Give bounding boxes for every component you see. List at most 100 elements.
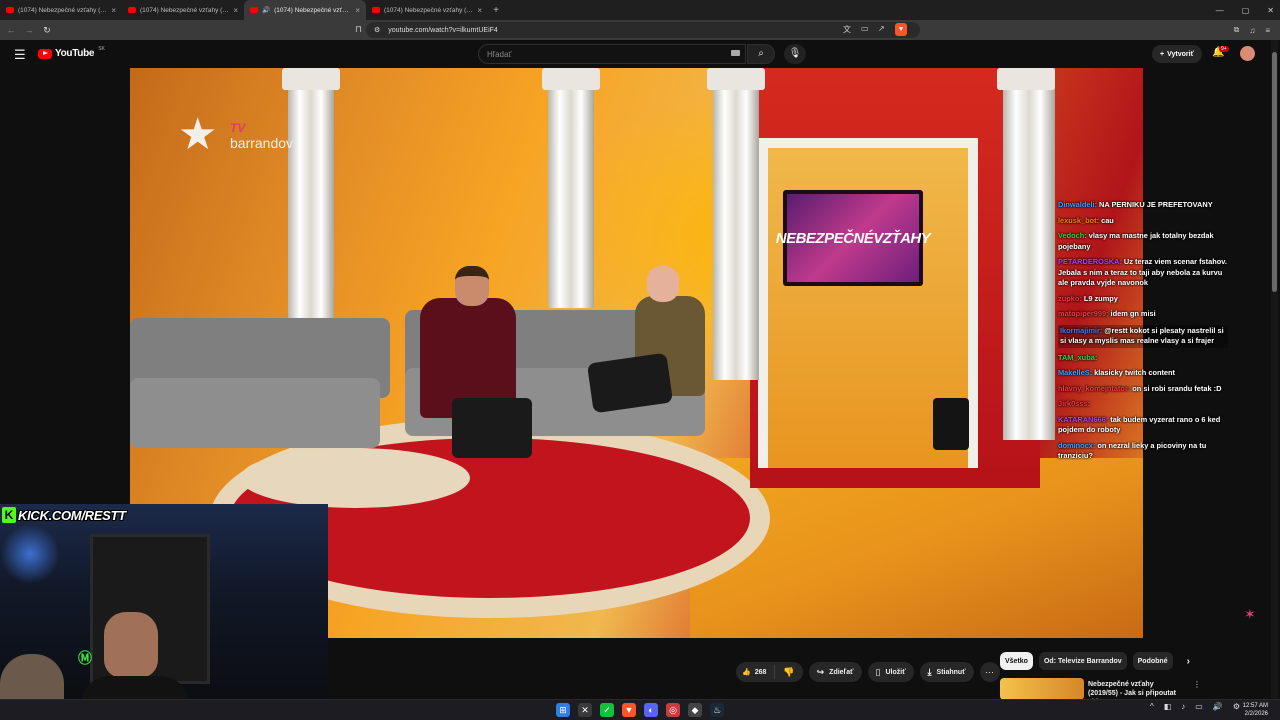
share-arrow-icon: ↪ <box>816 666 825 677</box>
dislike-button[interactable]: 👎 <box>775 667 802 678</box>
steam-icon[interactable]: ♨ <box>710 703 724 717</box>
chip-all[interactable]: Všetko <box>1000 652 1033 670</box>
video-actions: 👍 268 👎 ↪ Zdieľať ▯ Uložiť ⤓ Stiahnuť ··… <box>736 662 1000 682</box>
host-head <box>647 266 679 302</box>
scrollbar-thumb[interactable] <box>1272 52 1277 292</box>
bookmark-icon[interactable]: ⊓ <box>355 24 362 35</box>
youtube-logo[interactable]: YouTube SK <box>38 45 105 59</box>
chip-related[interactable]: Podobné <box>1132 652 1173 670</box>
like-button[interactable]: 👍 268 <box>736 665 776 679</box>
chat-message: Vedoch: vlasy ma mastne jak totalny bezda… <box>1058 231 1228 252</box>
star-logo-icon: ★ <box>178 110 218 159</box>
bookmark-save-icon: ▯ <box>875 666 881 677</box>
more-actions-button[interactable]: ··· <box>979 662 1000 682</box>
close-window-icon[interactable]: ✕ <box>1267 6 1274 15</box>
download-button[interactable]: ⤓ Stiahnuť <box>919 662 974 682</box>
app-icon[interactable]: ◎ <box>666 703 680 717</box>
brave-shields-icon[interactable]: ▼ <box>895 23 907 36</box>
translate-icon[interactable]: 文 <box>843 24 851 35</box>
display-icon[interactable]: ▭ <box>1195 702 1203 711</box>
audio-playing-icon[interactable]: 🔊 <box>262 6 270 14</box>
browser-tab[interactable]: (1074) Nebezpečné vzťahy (2018/47) × <box>366 0 488 20</box>
sofa-left-seat <box>130 378 380 448</box>
hamburger-menu-icon[interactable]: ☰ <box>14 47 26 63</box>
minimize-icon[interactable]: — <box>1216 6 1224 15</box>
green-app-icon[interactable]: ✓ <box>600 703 614 717</box>
chat-message: lexusk_bot: cau <box>1058 216 1228 227</box>
close-tab-icon[interactable]: × <box>477 6 482 15</box>
new-tab-button[interactable]: + <box>488 5 504 16</box>
youtube-header: ☰ YouTube SK Hľadať ⌕ 🎙 + Vytvoriť 🔔 9+ <box>0 40 1280 68</box>
discord-icon[interactable]: ◐ <box>644 703 658 717</box>
avatar[interactable] <box>1240 46 1255 61</box>
related-filter-chips: Všetko Od: Televize Barrandov Podobné › <box>1000 652 1190 670</box>
show-title-graphic: NEBEZPEČNÉVZŤAHY <box>776 194 931 282</box>
create-label: Vytvoriť <box>1167 50 1194 58</box>
studio-column <box>282 68 340 344</box>
chevron-right-icon[interactable]: › <box>1187 656 1190 667</box>
region-code: SK <box>98 45 105 52</box>
recommended-video[interactable]: Nebezpečné vzťahy (2019/55) - Jak si při… <box>1000 678 1201 706</box>
like-dislike-group: 👍 268 👎 <box>736 662 803 682</box>
tray-app-icon[interactable]: ◧ <box>1164 702 1172 711</box>
more-vert-icon[interactable]: ⋮ <box>1193 680 1201 689</box>
browser-tab[interactable]: (1074) Nebezpečné vzťahy (2020/10) × <box>0 0 122 20</box>
like-count: 268 <box>754 668 767 676</box>
close-tab-icon[interactable]: × <box>233 6 238 15</box>
search-button[interactable]: ⌕ <box>747 44 775 64</box>
forward-icon[interactable]: → <box>22 25 36 35</box>
chat-message: Jirk0sss: <box>1058 399 1228 410</box>
site-info-icon[interactable]: ⚙ <box>374 26 380 34</box>
back-icon[interactable]: ← <box>4 25 18 35</box>
youtube-favicon-icon <box>372 7 380 13</box>
menu-icon[interactable]: ≡ <box>1265 26 1270 35</box>
url-field[interactable]: ⚙ youtube.com/watch?v=ilkumtUEiF4 <box>366 22 920 38</box>
windows-start-icon[interactable]: ⊞ <box>556 703 570 717</box>
search-input[interactable]: Hľadať <box>478 44 746 64</box>
logo-tv-text: TV <box>230 121 246 135</box>
tray-chevron-icon[interactable]: ^ <box>1150 702 1154 711</box>
chat-message: dominocx: on nezral lieky a picoviny na t… <box>1058 441 1228 462</box>
studio-tv-screen: NEBEZPEČNÉVZŤAHY <box>776 190 931 286</box>
brave-browser-icon[interactable]: ▼ <box>622 703 636 717</box>
chat-username: zupko: <box>1058 293 1082 303</box>
recommended-thumbnail[interactable] <box>1000 678 1084 700</box>
app-icon[interactable]: ◆ <box>688 703 702 717</box>
chat-username: MakelleS: <box>1058 368 1093 377</box>
browser-tab-active[interactable]: 🔊 (1074) Nebezpečné vzťahy (2... × <box>244 0 366 20</box>
close-tab-icon[interactable]: × <box>355 6 360 15</box>
chat-username: PETARDEROSKA: <box>1058 257 1122 266</box>
speaker-icon[interactable]: 🔊 <box>1213 702 1223 711</box>
create-button[interactable]: + Vytvoriť <box>1152 45 1202 63</box>
chat-text: on si robi srandu fetak :D <box>1132 383 1222 393</box>
voice-search-button[interactable]: 🎙 <box>784 44 806 64</box>
media-icon[interactable]: ♫ <box>1249 26 1255 35</box>
save-button[interactable]: ▯ Uložiť <box>867 662 914 682</box>
keyboard-icon[interactable] <box>731 50 740 56</box>
browser-tab[interactable]: (1074) Nebezpečné vzťahy (2018/48) × <box>122 0 244 20</box>
youtube-favicon-icon <box>6 7 14 13</box>
browser-tabstrip: (1074) Nebezpečné vzťahy (2020/10) × (10… <box>0 0 1280 20</box>
extensions-icon[interactable]: ⧉ <box>1234 25 1240 35</box>
chip-from-channel[interactable]: Od: Televize Barrandov <box>1038 652 1127 670</box>
cast-icon[interactable]: ▭ <box>861 24 869 33</box>
browser-toolbar-right: ⧉ ♫ ≡ <box>1234 20 1270 40</box>
chat-username: TAM_xuba: <box>1058 352 1098 362</box>
share-label: Zdieľať <box>829 668 854 676</box>
share-icon[interactable]: ↗ <box>878 24 885 33</box>
guest-head <box>455 266 489 306</box>
close-tab-icon[interactable]: × <box>111 6 116 15</box>
settings-tray-icon[interactable]: ⚙ <box>1233 702 1240 711</box>
page-scrollbar[interactable] <box>1271 40 1278 700</box>
task-view-icon[interactable]: ✕ <box>578 703 592 717</box>
chat-message: zupko: L9 zumpy <box>1058 294 1228 305</box>
chat-username: Jirk0sss: <box>1058 399 1091 408</box>
floor-speaker <box>933 398 969 450</box>
share-button[interactable]: ↪ Zdieľať <box>808 662 862 682</box>
reload-icon[interactable]: ↻ <box>40 25 54 36</box>
maximize-icon[interactable]: ▢ <box>1242 6 1250 15</box>
system-clock[interactable]: 12:57 AM 2/2/2026 <box>1243 702 1268 718</box>
studio-column <box>707 68 765 380</box>
download-icon: ⤓ <box>927 666 932 677</box>
microphone-tray-icon[interactable]: ♪ <box>1181 702 1185 711</box>
